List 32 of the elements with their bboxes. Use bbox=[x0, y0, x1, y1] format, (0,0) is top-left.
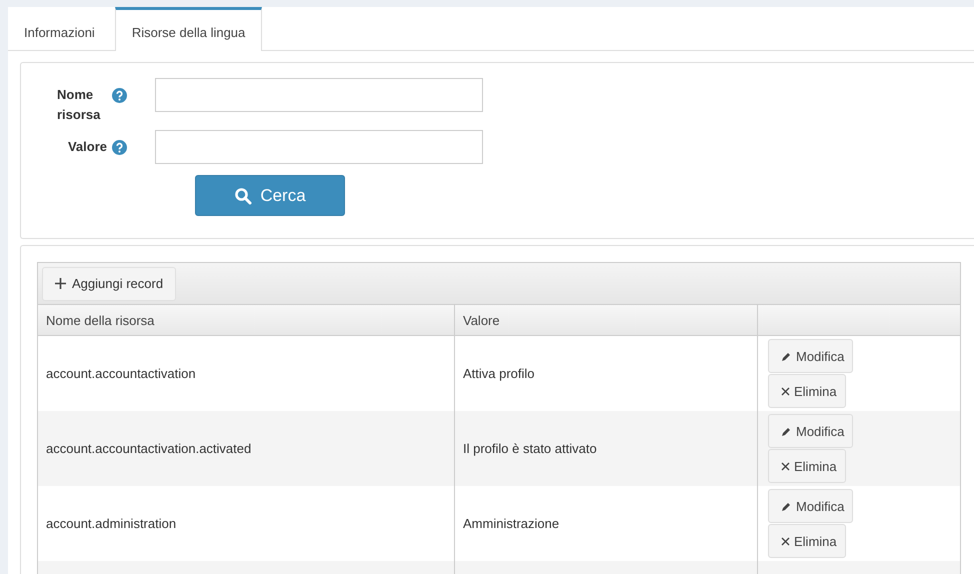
table-cell: account.administration bbox=[46, 516, 176, 531]
delete-button[interactable]: Elimina bbox=[768, 449, 846, 483]
help-icon[interactable] bbox=[112, 88, 127, 103]
table-cell: Il profilo è stato attivato bbox=[463, 441, 597, 456]
table-cell: Amministrazione bbox=[463, 516, 560, 531]
delete-button[interactable]: Elimina bbox=[768, 374, 846, 408]
table-cell: account.accountactivation bbox=[46, 366, 196, 381]
pencil-icon bbox=[781, 350, 792, 362]
close-icon bbox=[781, 386, 790, 396]
field-label: Valore bbox=[68, 138, 107, 156]
tab[interactable]: Risorse della lingua bbox=[114, 7, 262, 51]
edit-button[interactable]: Modifica bbox=[768, 414, 854, 448]
edit-button[interactable]: Modifica bbox=[768, 489, 854, 523]
delete-button[interactable]: Elimina bbox=[768, 524, 846, 558]
input-field[interactable] bbox=[155, 130, 483, 164]
pencil-icon bbox=[781, 500, 792, 512]
edit-button[interactable]: Modifica bbox=[768, 339, 854, 373]
search-icon bbox=[234, 186, 252, 204]
close-icon bbox=[781, 462, 790, 470]
column-header: Nome della risorsa bbox=[45, 312, 156, 330]
help-icon[interactable] bbox=[112, 140, 127, 155]
tab[interactable]: Informazioni bbox=[8, 7, 111, 51]
input-field[interactable] bbox=[155, 78, 483, 112]
pencil-icon bbox=[781, 426, 792, 436]
table-cell: account.accountactivation.activated bbox=[46, 441, 252, 456]
table-cell: Attiva profilo bbox=[463, 366, 535, 381]
search-button[interactable]: Cerca bbox=[195, 175, 345, 216]
add-record-button[interactable]: Aggiungi record bbox=[42, 266, 176, 300]
field-label: Nome risorsa bbox=[57, 86, 102, 124]
close-icon bbox=[781, 536, 790, 546]
column-header: Valore bbox=[454, 305, 757, 335]
plus-icon bbox=[55, 278, 66, 289]
